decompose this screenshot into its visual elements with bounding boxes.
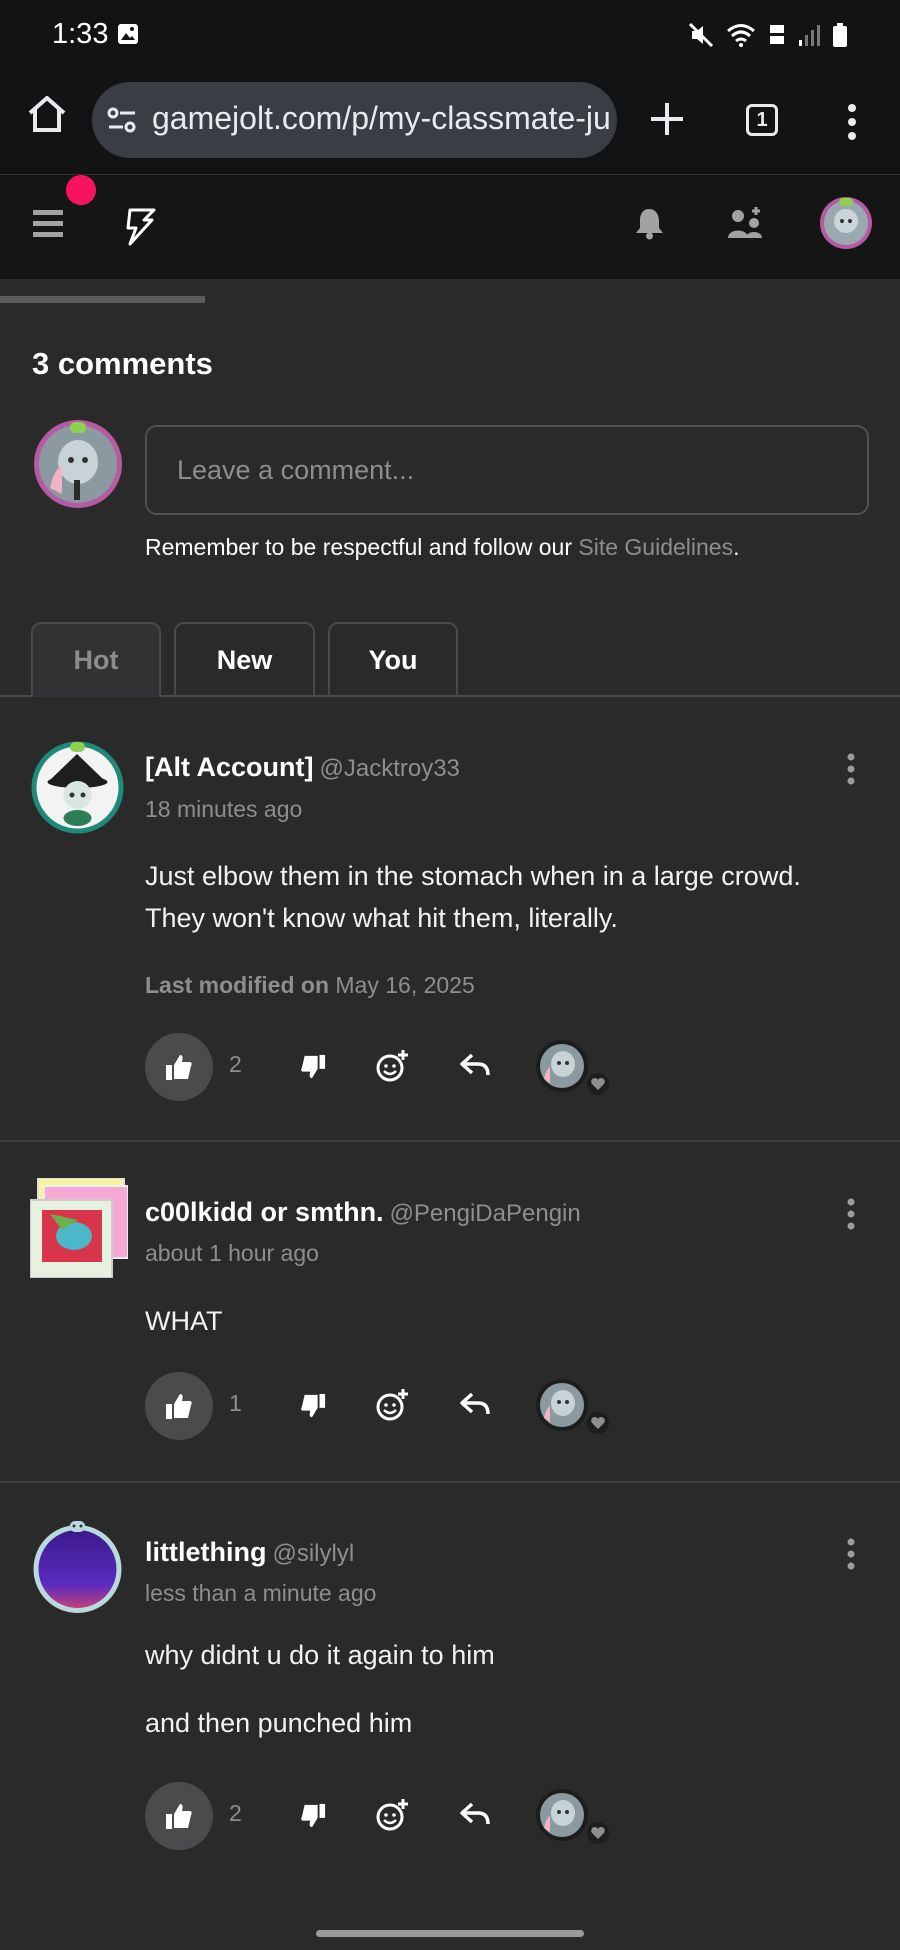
site-guidelines-link[interactable]: Site Guidelines — [578, 534, 733, 560]
notifications-bell-icon[interactable] — [633, 206, 666, 240]
gesture-home-bar[interactable] — [316, 1930, 584, 1937]
friends-icon[interactable] — [726, 206, 764, 240]
comment-divider — [0, 1140, 900, 1142]
username[interactable]: @silylyl — [272, 1540, 354, 1567]
like-button[interactable] — [145, 1782, 213, 1850]
notification-dot — [66, 175, 96, 205]
last-modified-label: Last modified on — [145, 972, 329, 998]
commenter-name[interactable]: c00lkidd or smthn. @PengiDaPengin — [145, 1197, 581, 1228]
comment-options-icon[interactable] — [845, 1197, 857, 1231]
like-count[interactable]: 2 — [229, 1051, 242, 1078]
comment-input[interactable]: Leave a comment... — [145, 425, 869, 515]
add-reaction-icon[interactable] — [375, 1049, 409, 1083]
comment-line: Just elbow them in the stomach when in a… — [145, 861, 801, 891]
thumbs-up-icon — [166, 1804, 192, 1829]
new-tab-icon[interactable] — [645, 97, 689, 141]
comment-sort-tabs: Hot New You — [0, 622, 900, 697]
hamburger-menu-icon[interactable] — [33, 210, 63, 238]
display-name[interactable]: littlething — [145, 1537, 266, 1567]
browser-toolbar: gamejolt.com/p/my-classmate-ju 1 — [0, 70, 900, 175]
guidelines-prefix: Remember to be respectful and follow our — [145, 534, 579, 560]
user-avatar[interactable] — [818, 195, 874, 251]
browser-menu-icon[interactable] — [846, 102, 858, 142]
username[interactable]: @PengiDaPengin — [390, 1200, 581, 1227]
add-reaction-icon[interactable] — [375, 1798, 409, 1832]
tab-new[interactable]: New — [174, 622, 315, 695]
liker-avatar[interactable] — [535, 1039, 589, 1093]
status-time: 1:33 — [52, 18, 109, 50]
address-bar[interactable]: gamejolt.com/p/my-classmate-ju — [92, 82, 617, 158]
tab-you[interactable]: You — [328, 622, 458, 695]
comment-actions: 1 — [145, 1372, 645, 1442]
comment-body: WHAT — [145, 1300, 222, 1342]
thumbs-down-icon[interactable] — [300, 1053, 326, 1081]
heart-icon — [587, 1822, 609, 1844]
thumbs-up-icon — [166, 1394, 192, 1419]
commenter-avatar[interactable] — [30, 740, 125, 835]
home-icon[interactable] — [25, 92, 69, 136]
reply-icon[interactable] — [460, 1392, 490, 1416]
display-name[interactable]: c00lkidd or smthn. — [145, 1197, 384, 1227]
url-text[interactable]: gamejolt.com/p/my-classmate-ju — [152, 100, 611, 137]
comment-line: why didnt u do it again to him — [145, 1640, 495, 1670]
thumbs-down-icon[interactable] — [300, 1392, 326, 1420]
comment-body: Just elbow them in the stomach when in a… — [145, 855, 801, 939]
guidelines-suffix: . — [733, 534, 740, 560]
status-bar: 1:33 — [0, 0, 900, 70]
comment-body: why didnt u do it again to him and then … — [145, 1641, 495, 1737]
reply-icon[interactable] — [460, 1053, 490, 1077]
tab-hot[interactable]: Hot — [31, 622, 161, 697]
liker-avatar[interactable] — [535, 1378, 589, 1432]
gallery-notification-icon — [118, 24, 138, 44]
like-count[interactable]: 1 — [229, 1390, 242, 1417]
commenter-name[interactable]: [Alt Account] @Jacktroy33 — [145, 752, 460, 783]
heart-icon — [587, 1073, 609, 1095]
heart-icon — [587, 1412, 609, 1434]
gamejolt-logo-icon[interactable] — [120, 206, 160, 248]
comment-divider — [0, 1481, 900, 1483]
tab-switcher-button[interactable]: 1 — [746, 104, 778, 136]
guidelines-notice: Remember to be respectful and follow our… — [145, 534, 739, 561]
last-modified-date: May 16, 2025 — [335, 972, 475, 998]
last-modified: Last modified on May 16, 2025 — [145, 972, 475, 999]
comment-actions: 2 — [145, 1782, 645, 1852]
thumbs-up-icon — [166, 1055, 192, 1080]
site-settings-icon[interactable] — [107, 106, 137, 134]
wifi-icon — [727, 24, 755, 47]
add-reaction-icon[interactable] — [375, 1388, 409, 1422]
like-count[interactable]: 2 — [229, 1800, 242, 1827]
comment-timestamp[interactable]: 18 minutes ago — [145, 796, 302, 823]
like-button[interactable] — [145, 1033, 213, 1101]
status-icons — [688, 20, 848, 50]
scroll-progress — [0, 296, 205, 303]
current-user-avatar — [34, 420, 122, 508]
username[interactable]: @Jacktroy33 — [319, 755, 459, 782]
liker-avatar[interactable] — [535, 1788, 589, 1842]
comment-actions: 2 — [145, 1033, 645, 1103]
like-button[interactable] — [145, 1372, 213, 1440]
comment-line: WHAT — [145, 1306, 223, 1336]
mute-icon — [688, 22, 714, 48]
comment-line: and then punched him — [145, 1708, 413, 1738]
commenter-name[interactable]: littlething @silylyl — [145, 1537, 354, 1568]
reply-icon[interactable] — [460, 1802, 490, 1826]
comment-options-icon[interactable] — [845, 1537, 857, 1571]
signal-icon — [799, 25, 820, 46]
volte-icon — [770, 25, 784, 44]
battery-icon — [833, 23, 847, 47]
commenter-avatar[interactable] — [30, 1178, 128, 1278]
comments-count-heading: 3 comments — [32, 346, 213, 381]
commenter-avatar[interactable] — [30, 1520, 125, 1615]
comment-options-icon[interactable] — [845, 752, 857, 786]
thumbs-down-icon[interactable] — [300, 1802, 326, 1830]
display-name[interactable]: [Alt Account] — [145, 752, 313, 782]
comment-timestamp[interactable]: less than a minute ago — [145, 1580, 376, 1607]
comment-timestamp[interactable]: about 1 hour ago — [145, 1240, 319, 1267]
comment-line: They won't know what hit them, literally… — [145, 903, 618, 933]
